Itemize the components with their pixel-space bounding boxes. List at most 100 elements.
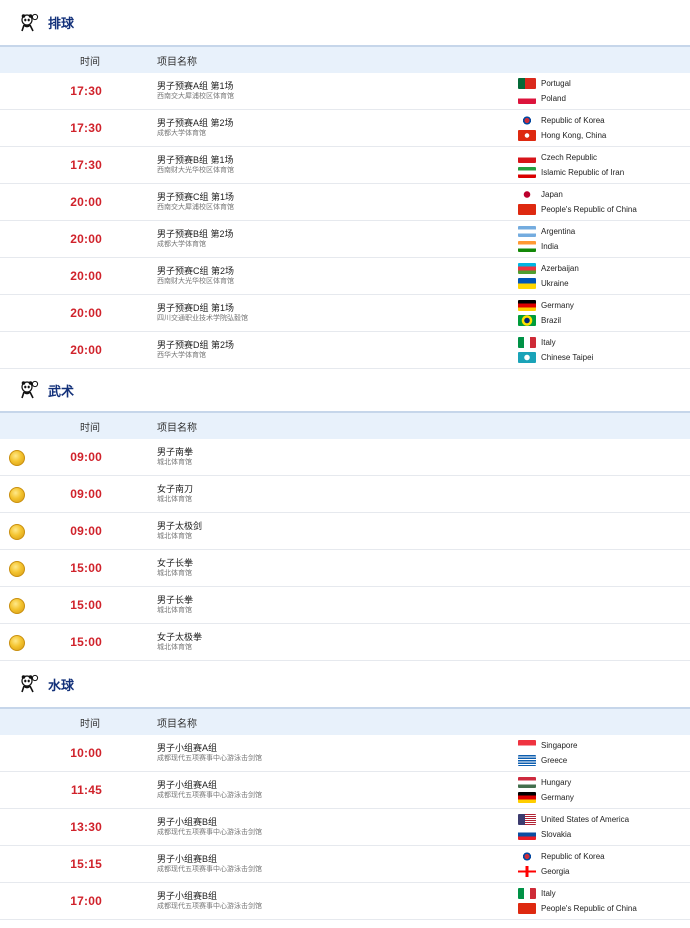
event-venue: 成都现代五项赛事中心游泳击剑馆 <box>157 829 262 836</box>
team-entry: Italy <box>518 335 593 350</box>
team-name: Georgia <box>541 867 570 876</box>
team-name: Hungary <box>541 778 572 787</box>
taipei-flag-icon <box>518 352 536 363</box>
team-name: Ukraine <box>541 279 569 288</box>
team-list: Republic of Korea Georgia <box>518 849 605 879</box>
schedule-row[interactable]: 09:00 男子太极剑 城北体育馆 <box>0 513 690 550</box>
time-column-label: 时间 <box>80 422 100 434</box>
event-name: 男子预赛D组 第2场 <box>157 340 235 350</box>
column-header: 时间 项目名称 <box>0 411 690 439</box>
schedule-row[interactable]: 11:45 男子小组赛A组成都现代五项赛事中心游泳击剑馆 Hungary German… <box>0 772 690 809</box>
event-name: 女子长拳 <box>157 558 194 568</box>
korea-flag-icon <box>518 851 536 862</box>
team-entry: Germany <box>518 298 574 313</box>
schedule-row[interactable]: 09:00 男子南拳 城北体育馆 <box>0 439 690 476</box>
germany-flag-icon <box>518 792 536 803</box>
india-flag-icon <box>518 241 536 252</box>
germany-flag-icon <box>518 300 536 311</box>
team-entry: Czech Republic <box>518 150 624 165</box>
brazil-flag-icon <box>518 315 536 326</box>
team-list: Azerbaijan Ukraine <box>518 261 579 291</box>
team-name: People's Republic of China <box>541 205 637 214</box>
event-name: 男子小组赛B组 <box>157 891 218 901</box>
team-list: Singapore Greece <box>518 738 577 768</box>
team-entry: Portugal <box>518 76 571 91</box>
team-name: People's Republic of China <box>541 904 637 913</box>
event-venue: 成都大学体育馆 <box>157 241 206 248</box>
team-entry: Brazil <box>518 313 574 328</box>
team-name: Italy <box>541 889 556 898</box>
ukraine-flag-icon <box>518 278 536 289</box>
schedule-row[interactable]: 20:00 男子预赛B组 第2场 成都大学体育馆 Argentina India <box>0 221 690 258</box>
schedule-row[interactable]: 09:00 女子南刀 城北体育馆 <box>0 476 690 513</box>
azerbaijan-flag-icon <box>518 263 536 274</box>
team-entry: Japan <box>518 187 637 202</box>
team-entry: India <box>518 239 575 254</box>
team-entry: Ukraine <box>518 276 579 291</box>
schedule-row[interactable]: 13:30 男子小组赛B组 成都现代五项赛事中心游泳击剑馆 United States… <box>0 809 690 846</box>
time-column-label: 时间 <box>80 56 100 68</box>
schedule-row[interactable]: 15:15 男子小组赛B组 成都现代五项赛事中心游泳击剑馆 Republic of K… <box>0 846 690 883</box>
schedule-page: 排球 时间 项目名称 17:30 男子预赛A组 第1场 西南交大犀浦校区体育馆 Portug… <box>0 0 690 928</box>
section-title: 水球 <box>48 677 75 693</box>
event-name: 男子小组赛A组 <box>157 780 218 790</box>
singapore-flag-icon <box>518 740 536 751</box>
team-list: Republic of Korea Hong Kong, China <box>518 113 606 143</box>
team-entry: Greece <box>518 753 577 768</box>
schedule-row[interactable]: 17:30 男子预赛A组 第2场 成都大学体育馆 Republic of Korea H… <box>0 110 690 147</box>
team-list: Italy Chinese Taipei <box>518 335 593 365</box>
event-venue: 成都现代五项赛事中心游泳击剑馆 <box>157 755 262 762</box>
team-name: Italy <box>541 338 556 347</box>
schedule-row[interactable]: 10:00 男子小组赛A组 成都现代五项赛事中心游泳击剑馆 Singapore Gree… <box>0 735 690 772</box>
team-list: Portugal Poland <box>518 76 571 106</box>
event-venue: 城北体育馆 <box>157 533 192 540</box>
event-column-label: 项目名称 <box>157 56 197 68</box>
schedule-row[interactable]: 20:00 男子预赛C组 第1场 西南交大犀浦校区体育馆 Japan People's … <box>0 184 690 221</box>
team-entry: Poland <box>518 91 571 106</box>
schedule-row[interactable]: 17:00 男子小组赛B组 成都现代五项赛事中心游泳击剑馆 Italy People's… <box>0 883 690 920</box>
column-header: 时间 项目名称 <box>0 707 690 735</box>
team-name: India <box>541 242 559 251</box>
team-entry: Azerbaijan <box>518 261 579 276</box>
team-name: Singapore <box>541 741 578 750</box>
team-entry: Islamic Republic of Iran <box>518 165 624 180</box>
team-name: Germany <box>541 793 574 802</box>
japan-flag-icon <box>518 189 536 200</box>
team-name: Chinese Taipei <box>541 353 594 362</box>
gold-medal-icon <box>9 487 25 503</box>
event-venue: 成都现代五项赛事中心游泳击剑馆 <box>157 903 262 910</box>
team-name: Republic of Korea <box>541 852 605 861</box>
team-entry: Chinese Taipei <box>518 350 593 365</box>
event-name: 男子预赛B组 第2场 <box>157 229 234 239</box>
schedule-row[interactable]: 15:00 男子长拳 城北体育馆 <box>0 587 690 624</box>
event-venue: 西南交大犀浦校区体育馆 <box>157 204 234 211</box>
schedule-row[interactable]: 17:30 男子预赛A组 第1场 西南交大犀浦校区体育馆 Portugal Poland <box>0 73 690 110</box>
schedule-row[interactable]: 20:00 男子预赛D组 第2场 西华大学体育馆 Italy Chinese Taipe… <box>0 332 690 369</box>
schedule-row[interactable]: 15:00 女子长拳 城北体育馆 <box>0 550 690 587</box>
event-time: 10:00 <box>70 746 102 760</box>
event-venue: 城北体育馆 <box>157 496 192 503</box>
argentina-flag-icon <box>518 226 536 237</box>
event-time: 11:45 <box>70 783 102 797</box>
schedule-row[interactable]: 20:00 男子预赛C组 第2场 西南财大光华校区体育馆 Azerbaijan Ukra… <box>0 258 690 295</box>
team-entry: Germany <box>518 790 574 805</box>
schedule-row[interactable]: 17:30 男子预赛B组 第1场 西南财大光华校区体育馆 Czech Republic… <box>0 147 690 184</box>
event-time: 20:00 <box>70 343 102 357</box>
gold-medal-icon <box>9 450 25 466</box>
team-name: Germany <box>541 301 574 310</box>
team-entry: United States of America <box>518 812 629 827</box>
schedule-row[interactable]: 20:00 男子预赛D组 第1场 四川交通职业技术学院弘毅馆 Germany Brazi… <box>0 295 690 332</box>
georgia-flag-icon <box>518 866 536 877</box>
event-time: 17:30 <box>70 121 102 135</box>
china-flag-icon <box>518 903 536 914</box>
schedule-row[interactable]: 15:00 女子太极拳 城北体育馆 <box>0 624 690 661</box>
event-venue: 成都现代五项赛事中心游泳击剑馆 <box>157 792 262 799</box>
team-name: Islamic Republic of Iran <box>541 168 625 177</box>
team-name: Republic of Korea <box>541 116 605 125</box>
section-title: 排球 <box>48 16 75 31</box>
team-name: Japan <box>541 190 563 199</box>
event-time: 20:00 <box>70 232 102 246</box>
hongkong-flag-icon <box>518 130 536 141</box>
team-name: Hong Kong, China <box>541 131 607 140</box>
waterpolo-panda-icon <box>18 673 40 695</box>
